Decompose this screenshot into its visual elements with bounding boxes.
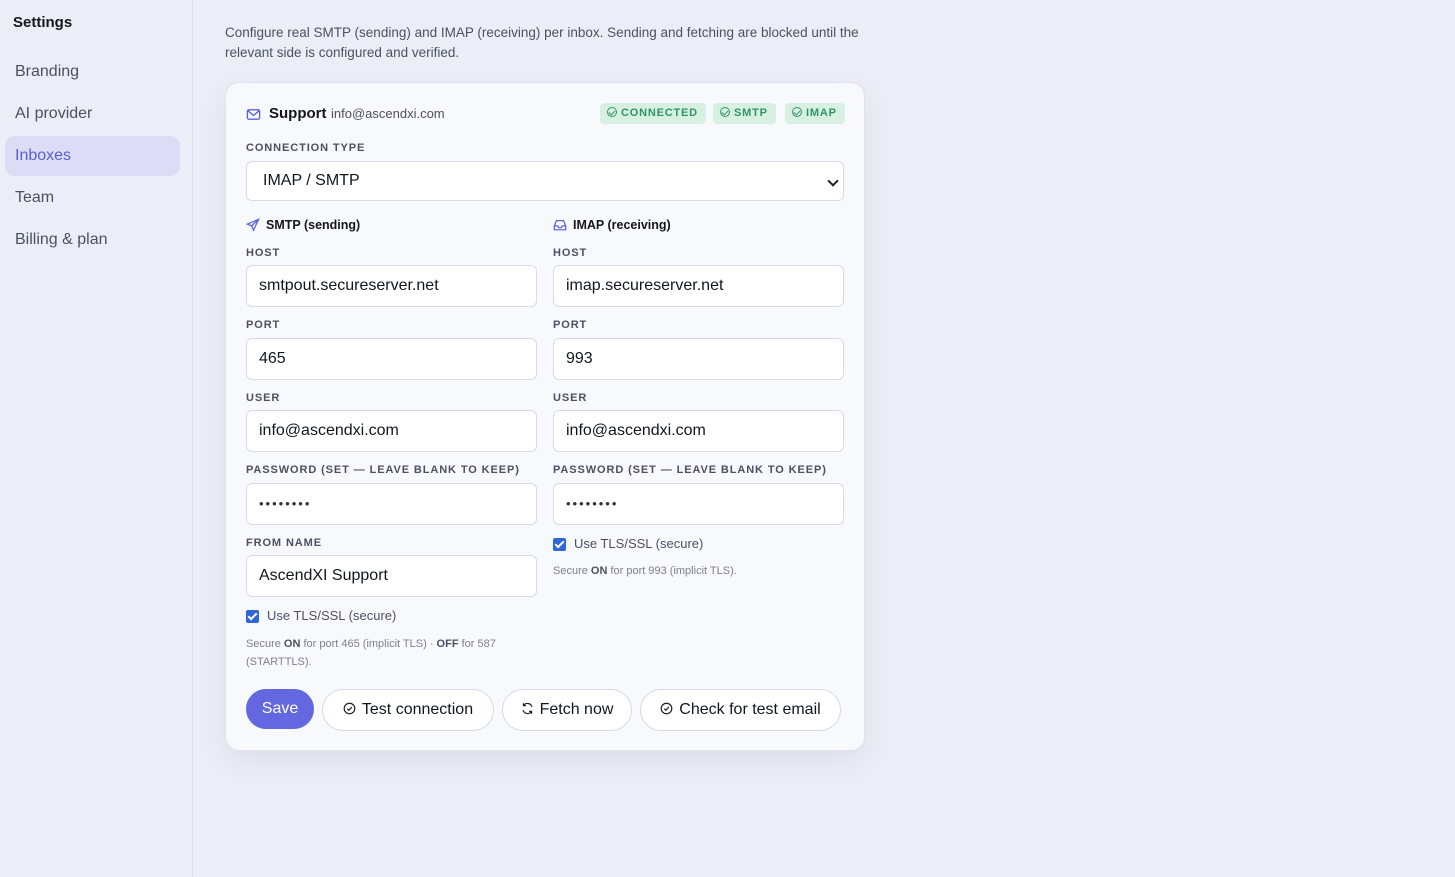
status-badge-smtp: SMTP: [713, 103, 776, 124]
hint-on: ON: [283, 638, 301, 650]
sidebar-item-inboxes[interactable]: Inboxes: [5, 136, 180, 176]
hint-text: Secure: [246, 638, 284, 650]
hint-text: Secure: [553, 565, 591, 577]
test-connection-label: Test connection: [361, 701, 474, 718]
hint-text: for port 465 (implicit TLS) ·: [300, 638, 437, 650]
check-test-email-button[interactable]: Check for test email: [640, 689, 841, 731]
imap-tls-label[interactable]: Use TLS/SSL (secure): [574, 536, 703, 551]
imap-section-title: IMAP (receiving): [553, 218, 671, 232]
check-circle-icon: [343, 702, 356, 715]
imap-title: IMAP (receiving): [573, 218, 671, 232]
status-badge-imap: IMAP: [785, 103, 845, 124]
smtp-section-title: SMTP (sending): [246, 218, 361, 232]
smtp-port-label: PORT: [246, 319, 281, 331]
fetch-now-label: Fetch now: [539, 701, 614, 718]
imap-password-label: PASSWORD (SET — LEAVE BLANK TO KEEP): [553, 464, 827, 476]
smtp-from-name-label: FROM NAME: [246, 537, 322, 549]
sidebar-item-branding[interactable]: Branding: [5, 52, 180, 92]
smtp-host-label: HOST: [246, 247, 281, 259]
connection-type-select[interactable]: IMAP / SMTP: [246, 161, 844, 201]
smtp-user-label: USER: [246, 392, 281, 404]
send-icon: [246, 218, 260, 232]
smtp-tls-label[interactable]: Use TLS/SSL (secure): [267, 608, 396, 623]
smtp-user-input[interactable]: info@ascendxi.com: [246, 410, 537, 452]
imap-password-input[interactable]: ••••••••: [553, 483, 844, 525]
test-connection-button[interactable]: Test connection: [322, 689, 494, 731]
imap-port-label: PORT: [553, 319, 588, 331]
sidebar: Settings Branding AI provider Inboxes Te…: [0, 0, 193, 877]
sidebar-title: Settings: [13, 14, 73, 31]
inbox-email: info@ascendxi.com: [331, 106, 445, 121]
smtp-password-input[interactable]: ••••••••: [246, 483, 537, 525]
hint-text: for port 993 (implicit TLS).: [607, 565, 737, 577]
fetch-now-button[interactable]: Fetch now: [502, 689, 632, 731]
hint-text: for 587: [458, 638, 496, 650]
smtp-port-input[interactable]: 465: [246, 338, 537, 380]
smtp-password-label: PASSWORD (SET — LEAVE BLANK TO KEEP): [246, 464, 520, 476]
sidebar-item-ai-provider[interactable]: AI provider: [5, 94, 180, 134]
inbox-name: Support: [269, 105, 327, 122]
smtp-tls-hint: Secure ON for port 465 (implicit TLS) · …: [246, 635, 537, 671]
imap-port-input[interactable]: 993: [553, 338, 844, 380]
inbox-card: Support info@ascendxi.com CONNECTED SMTP…: [225, 82, 865, 751]
imap-user-input[interactable]: info@ascendxi.com: [553, 410, 844, 452]
hint-off: OFF: [436, 638, 459, 650]
mail-icon: [246, 109, 261, 120]
check-circle-icon: [660, 702, 673, 715]
check-circle-icon: [792, 107, 802, 117]
sidebar-item-billing[interactable]: Billing & plan: [5, 220, 180, 260]
refresh-icon: [522, 702, 533, 715]
smtp-host-input[interactable]: smtpout.secureserver.net: [246, 265, 537, 307]
badge-label: IMAP: [806, 107, 837, 119]
connection-type-value: IMAP / SMTP: [263, 172, 360, 189]
check-circle-icon: [720, 107, 730, 117]
badge-label: SMTP: [734, 107, 768, 119]
smtp-tls-checkbox[interactable]: [246, 610, 259, 623]
imap-user-label: USER: [553, 392, 588, 404]
inbox-icon: [553, 220, 567, 231]
smtp-from-name-input[interactable]: AscendXI Support: [246, 555, 537, 597]
page-description: Configure real SMTP (sending) and IMAP (…: [225, 25, 859, 60]
check-circle-icon: [607, 107, 617, 117]
check-test-email-label: Check for test email: [679, 701, 821, 718]
hint-on: ON: [590, 565, 608, 577]
imap-host-label: HOST: [553, 247, 588, 259]
imap-tls-hint: Secure ON for port 993 (implicit TLS).: [553, 562, 844, 580]
imap-tls-checkbox[interactable]: [553, 538, 566, 551]
badge-label: CONNECTED: [621, 107, 698, 119]
status-badge-connected: CONNECTED: [600, 103, 706, 124]
smtp-title: SMTP (sending): [266, 218, 361, 232]
imap-host-input[interactable]: imap.secureserver.net: [553, 265, 844, 307]
save-button[interactable]: Save: [246, 689, 314, 729]
chevron-down-icon: [827, 175, 839, 187]
sidebar-item-team[interactable]: Team: [5, 178, 180, 218]
connection-type-label: CONNECTION TYPE: [246, 142, 366, 154]
hint-text: (STARTTLS).: [246, 656, 312, 668]
